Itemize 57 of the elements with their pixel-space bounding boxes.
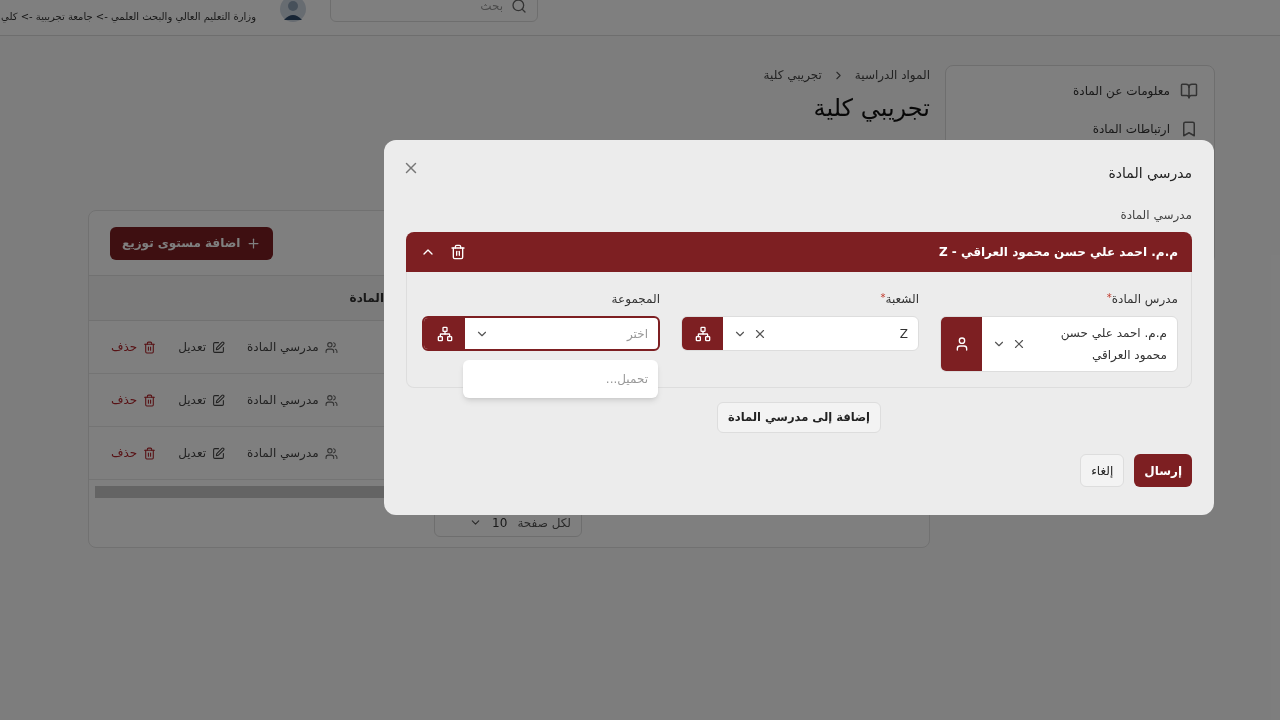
dialog-title: مدرسي المادة [1108, 163, 1192, 184]
page-title: تجريبي كلية [812, 93, 930, 124]
book-icon [1180, 82, 1198, 100]
edit-icon [212, 393, 225, 407]
hierarchy-icon [694, 325, 711, 342]
side-menu-item[interactable]: ارتباطات المادة [962, 120, 1198, 138]
side-menu-item[interactable]: معلومات عن المادة [962, 82, 1198, 100]
users-icon [324, 393, 338, 407]
section-label: مدرسي المادة [1120, 207, 1192, 224]
field-label: مدرس المادة* [1106, 291, 1178, 308]
edit-icon [212, 446, 225, 460]
bookmark-icon [1180, 120, 1198, 138]
entry-title: م.م. احمد علي حسن محمود العراقي - Z [938, 244, 1178, 261]
cancel-button[interactable]: إلغاء [1080, 454, 1125, 487]
field-icon-button[interactable] [941, 317, 982, 371]
clear-icon[interactable] [1012, 337, 1026, 351]
field-icon-button[interactable] [424, 318, 465, 349]
add-level-button[interactable]: اضافة مستوى توزيع [110, 226, 274, 260]
select-field[interactable]: اختر [422, 316, 660, 351]
field-label: الشعبة* [880, 291, 919, 308]
delete-icon[interactable] [450, 244, 466, 260]
trash-icon [143, 446, 157, 460]
organization-path: وزارة التعليم العالي والبحث العلمي -> جامعة تجريبية -> كلي [1, 10, 256, 24]
field-placeholder: اختر [625, 325, 648, 343]
users-icon [324, 446, 338, 460]
plus-icon [246, 235, 262, 251]
avatar [280, 0, 306, 22]
column-header: المادة [349, 290, 384, 307]
breadcrumb-link[interactable]: المواد الدراسية [854, 66, 930, 84]
search-icon [511, 0, 527, 14]
field-label: المجموعة [611, 291, 660, 308]
users-icon [324, 340, 338, 354]
select-field[interactable]: م.م. احمد علي حسن محمود العراقي [940, 316, 1178, 372]
submit-button[interactable]: إرسال [1134, 454, 1192, 487]
teachers-link[interactable]: مدرسي المادة [247, 391, 338, 409]
edit-link[interactable]: تعديل [178, 444, 225, 462]
edit-link[interactable]: تعديل [178, 391, 225, 409]
field-value: Z [898, 325, 908, 343]
teachers-link[interactable]: مدرسي المادة [247, 338, 338, 356]
page-size-label: لكل صفحة [517, 514, 571, 532]
trash-icon [143, 393, 157, 407]
hierarchy-icon [436, 325, 453, 342]
trash-icon [143, 340, 157, 354]
select-field[interactable]: Z [681, 316, 919, 351]
teachers-link[interactable]: مدرسي المادة [247, 444, 338, 462]
delete-link[interactable]: حذف [111, 391, 157, 409]
delete-link[interactable]: حذف [111, 444, 157, 462]
edit-link[interactable]: تعديل [178, 338, 225, 356]
page-size-value: 10 [492, 514, 508, 532]
loading-text: تحميل... [605, 371, 648, 388]
field-icon-button[interactable] [682, 317, 723, 350]
add-teacher-button[interactable]: إضافة إلى مدرسي المادة [716, 402, 882, 433]
entry-header[interactable]: م.م. احمد علي حسن محمود العراقي - Z [406, 232, 1192, 272]
breadcrumb-current: تجريبي كلية [763, 67, 822, 84]
edit-icon [212, 340, 225, 354]
delete-link[interactable]: حذف [111, 338, 157, 356]
field-value: م.م. احمد علي حسن محمود العراقي [1059, 325, 1167, 364]
